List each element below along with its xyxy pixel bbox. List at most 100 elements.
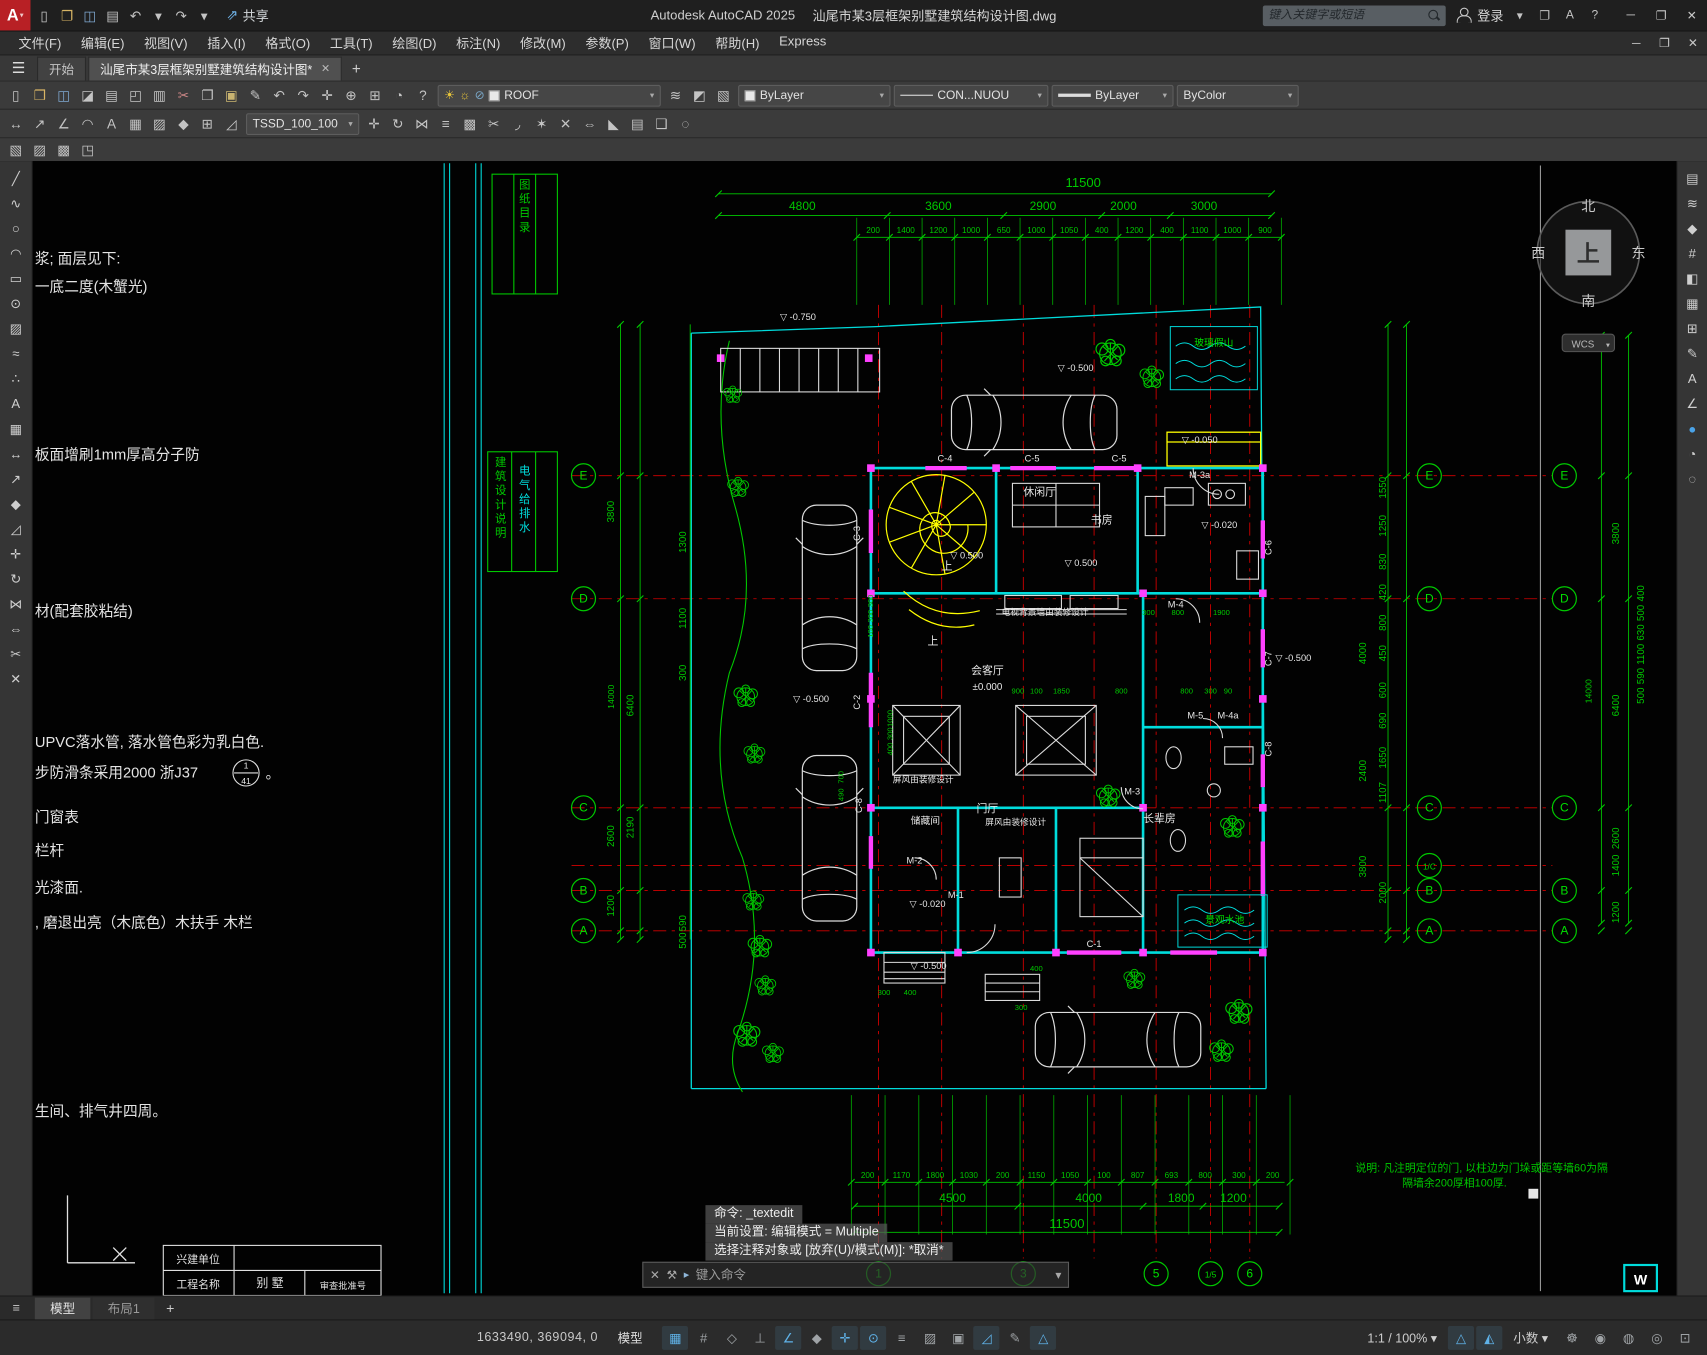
menu-item-6[interactable]: 绘图(D) [382, 34, 446, 53]
selection-cycling-icon[interactable]: ▣ [945, 1326, 971, 1350]
tab-model[interactable]: 模型 [34, 1297, 91, 1319]
layer-combo[interactable]: ☀ ☼ ⊘ ROOF ▾ [437, 84, 661, 107]
color-combo[interactable]: ByLayer ▾ [738, 84, 891, 107]
annotation-visibility-icon[interactable]: ◭ [1476, 1325, 1503, 1350]
model-space-button[interactable]: 模型 [609, 1326, 651, 1350]
sheet-set-panel-icon[interactable]: ▦ [1680, 293, 1704, 315]
visual-style-icon[interactable]: ◔ [1680, 443, 1704, 465]
dim-aligned-icon[interactable]: ↗ [28, 112, 51, 135]
autocad-logo[interactable]: A ▾ [0, 0, 31, 31]
dynamic-ucs-icon[interactable]: ◿ [973, 1325, 1000, 1350]
hatch-tool-icon[interactable]: ▨ [4, 318, 28, 340]
workspace-gear-icon[interactable]: ☸ [1559, 1326, 1585, 1350]
rotate-icon[interactable]: ↻ [386, 112, 409, 135]
orbit-icon[interactable]: ◔ [388, 84, 411, 107]
viewcube-compass[interactable] [1536, 200, 1641, 353]
polyline-tool-icon[interactable]: ∿ [4, 193, 28, 215]
ellipse-tool-icon[interactable]: ⊙ [4, 293, 28, 315]
doc-minimize-button[interactable]: ─ [1622, 31, 1650, 55]
menu-item-8[interactable]: 修改(M) [510, 34, 575, 53]
close-command-icon[interactable]: ✕ [650, 1268, 660, 1282]
text-style-combo[interactable]: TSSD_100_100 ▾ [246, 112, 360, 135]
erase-icon[interactable]: ✕ [554, 112, 577, 135]
text-panel-icon[interactable]: A [1680, 368, 1704, 390]
dim-linear-icon[interactable]: ↔ [4, 112, 27, 135]
stretch-tool-icon[interactable]: ⇔ [4, 618, 28, 640]
help-icon[interactable]: ? [1584, 3, 1606, 27]
selection-icon[interactable]: ◌ [674, 112, 697, 135]
plot-icon[interactable]: ▤ [101, 4, 124, 27]
plotstyle-combo-caret-icon[interactable]: ▾ [1288, 90, 1292, 100]
edit-reference-icon[interactable]: ▧ [4, 138, 27, 161]
undo-icon[interactable]: ↶ [124, 4, 147, 27]
render-panel-icon[interactable]: ● [1680, 418, 1704, 440]
grid-icon[interactable]: ▦ [662, 1325, 689, 1350]
help-icon[interactable]: ? [412, 84, 435, 107]
block-icon[interactable]: ◆ [172, 112, 195, 135]
undo-caret-icon[interactable]: ▾ [147, 4, 170, 27]
copy-icon[interactable]: ❐ [196, 84, 219, 107]
save-icon[interactable]: ◫ [78, 4, 101, 27]
stretch-icon[interactable]: ⇔ [578, 112, 601, 135]
command-input-bar[interactable]: ✕ ⚒ ▸ 键入命令 ▾ [642, 1261, 1070, 1288]
minimize-button[interactable]: ─ [1616, 0, 1646, 30]
autodesk-assistant-icon[interactable]: A [1559, 3, 1581, 27]
menu-item-1[interactable]: 编辑(E) [71, 34, 134, 53]
cursor-badge-icon[interactable]: ◌ [1680, 468, 1704, 490]
menu-item-2[interactable]: 视图(V) [134, 34, 197, 53]
lineweight-combo-caret-icon[interactable]: ▾ [1163, 90, 1167, 100]
add-layout-button[interactable]: + [157, 1300, 183, 1316]
object-snap-tracking-icon[interactable]: ✛ [832, 1325, 859, 1350]
isometric-draft-icon[interactable]: ◆ [804, 1326, 830, 1350]
menu-item-9[interactable]: 参数(P) [576, 34, 639, 53]
dim-angular-icon[interactable]: ∠ [52, 112, 75, 135]
new-drawing-icon[interactable]: ▯ [33, 4, 56, 27]
tab-layout1[interactable]: 布局1 [92, 1297, 156, 1319]
plot-preview-icon[interactable]: ◰ [124, 84, 147, 107]
layers-panel-icon[interactable]: ≋ [1680, 193, 1704, 215]
dimension-tool-icon[interactable]: ↔ [4, 443, 28, 465]
object-snap-icon[interactable]: ⊙ [860, 1325, 887, 1350]
trim-icon[interactable]: ✂ [482, 112, 505, 135]
layer-states-icon[interactable]: ≋ [664, 84, 687, 107]
restore-button[interactable]: ❐ [1646, 0, 1676, 30]
plotstyle-combo[interactable]: ByColor ▾ [1176, 84, 1299, 107]
point-tool-icon[interactable]: ∴ [4, 368, 28, 390]
lineweight-display-icon[interactable]: ≡ [889, 1326, 915, 1350]
search-input[interactable] [1268, 8, 1428, 22]
menu-item-3[interactable]: 插入(I) [197, 34, 255, 53]
annotation-objects-icon[interactable]: △ [1030, 1325, 1057, 1350]
measure-panel-icon[interactable]: ∠ [1680, 393, 1704, 415]
hatch-icon[interactable]: ▨ [148, 112, 171, 135]
graphics-performance-icon[interactable]: ◍ [1616, 1326, 1642, 1350]
polar-tracking-icon[interactable]: ∠ [775, 1325, 802, 1350]
mirror-tool-icon[interactable]: ⋈ [4, 593, 28, 615]
insert-icon[interactable]: ⊞ [196, 112, 219, 135]
match-properties-icon[interactable]: ✎ [244, 84, 267, 107]
color-combo-caret-icon[interactable]: ▾ [880, 90, 884, 100]
menu-item-4[interactable]: 格式(O) [255, 34, 320, 53]
open-icon[interactable]: ❒ [56, 4, 79, 27]
search-box[interactable] [1262, 4, 1446, 26]
table-icon[interactable]: ▦ [124, 112, 147, 135]
command-input[interactable]: ▸ 键入命令 [684, 1266, 1049, 1283]
snap-icon[interactable]: # [691, 1326, 717, 1350]
annotation-autoscale-icon[interactable]: △ [1447, 1325, 1475, 1350]
properties-icon[interactable]: ▤ [626, 112, 649, 135]
group-icon[interactable]: ❑ [650, 112, 673, 135]
views-panel-icon[interactable]: ◧ [1680, 268, 1704, 290]
frame-icon[interactable]: ◳ [76, 138, 99, 161]
text-style-combo-caret-icon[interactable]: ▾ [348, 119, 352, 129]
xref-panel-icon[interactable]: ⊞ [1680, 318, 1704, 340]
offset-icon[interactable]: ≡ [434, 112, 457, 135]
isolate-objects-icon[interactable]: ◎ [1644, 1326, 1670, 1350]
measure-tool-icon[interactable]: ◿ [4, 518, 28, 540]
menu-item-0[interactable]: 文件(F) [9, 34, 71, 53]
app-store-icon[interactable]: ❒ [1534, 3, 1556, 27]
open-icon[interactable]: ❒ [28, 84, 51, 107]
annotation-scale-button[interactable]: 1:1 / 100% ▾ [1361, 1330, 1444, 1345]
menu-item-12[interactable]: Express [769, 34, 836, 53]
move-icon[interactable]: ✛ [363, 112, 386, 135]
share-button[interactable]: ⇗ 共享 [226, 6, 268, 25]
pan-icon[interactable]: ✛ [316, 84, 339, 107]
